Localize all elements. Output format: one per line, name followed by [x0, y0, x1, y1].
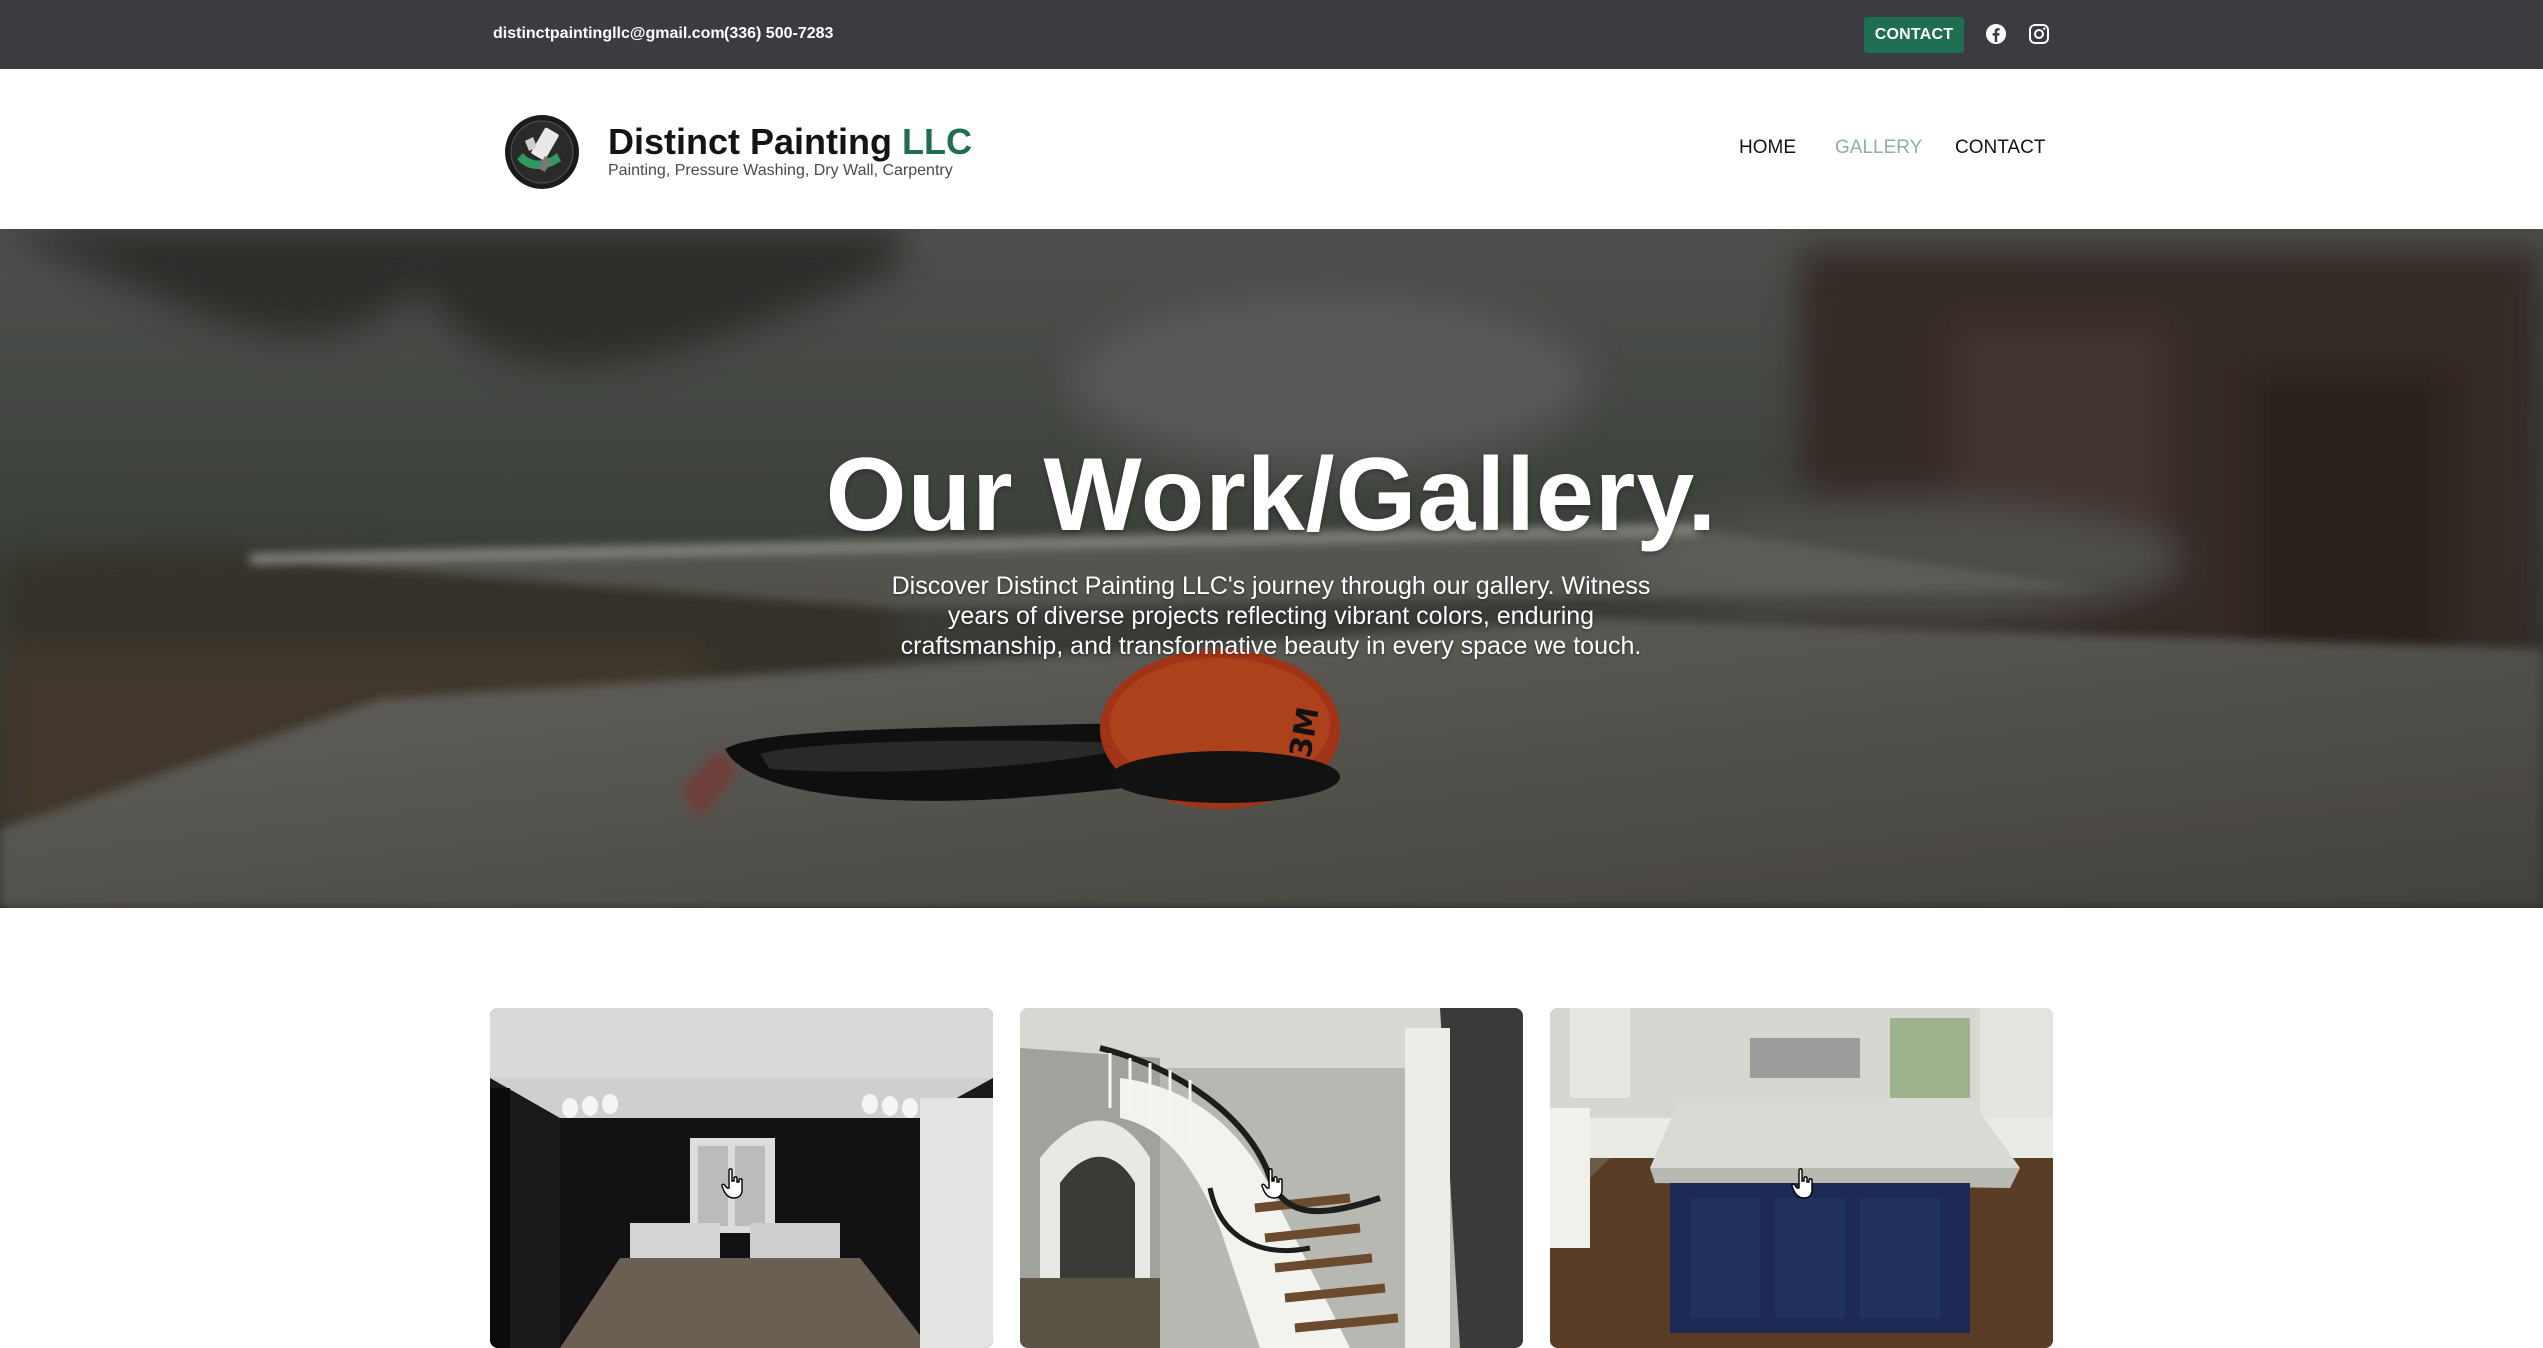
top-contact-bar: distinctpaintingllc@gmail.com (336) 500-… [0, 0, 2543, 69]
instagram-icon[interactable] [2027, 22, 2051, 46]
top-contact-button[interactable]: CONTACT [1864, 17, 1964, 53]
hand-cursor-icon [1261, 1168, 1283, 1199]
hero-title: Our Work/Gallery. [825, 437, 1718, 553]
company-logo[interactable] [503, 113, 581, 191]
hero-banner: 3M Our Work/Gallery. Discover Distinct P… [0, 229, 2543, 908]
hand-cursor-icon [721, 1168, 743, 1199]
brand-name-accent: LLC [902, 121, 973, 162]
email-link[interactable]: distinctpaintingllc@gmail.com [493, 25, 725, 43]
gallery-item-kitchen[interactable] [1550, 1008, 2053, 1348]
brand-name-main: Distinct Painting [608, 121, 893, 162]
facebook-icon[interactable] [1984, 22, 2008, 46]
nav-home[interactable]: HOME [1739, 137, 1796, 159]
nav-contact[interactable]: CONTACT [1955, 137, 2045, 159]
gallery-item-staircase[interactable] [1020, 1008, 1523, 1348]
phone-link[interactable]: (336) 500-7283 [724, 25, 833, 43]
gallery-item-black-room[interactable] [490, 1008, 993, 1348]
brand-tagline: Painting, Pressure Washing, Dry Wall, Ca… [608, 162, 953, 179]
hero-background-photo: 3M [0, 229, 2543, 908]
site-header: Distinct Painting LLC Painting, Pressure… [0, 69, 2543, 229]
nav-gallery[interactable]: GALLERY [1835, 137, 1922, 159]
brand-name[interactable]: Distinct Painting LLC [608, 121, 972, 163]
hand-cursor-icon [1791, 1168, 1813, 1199]
hero-subtitle: Discover Distinct Painting LLC's journey… [891, 572, 1651, 660]
